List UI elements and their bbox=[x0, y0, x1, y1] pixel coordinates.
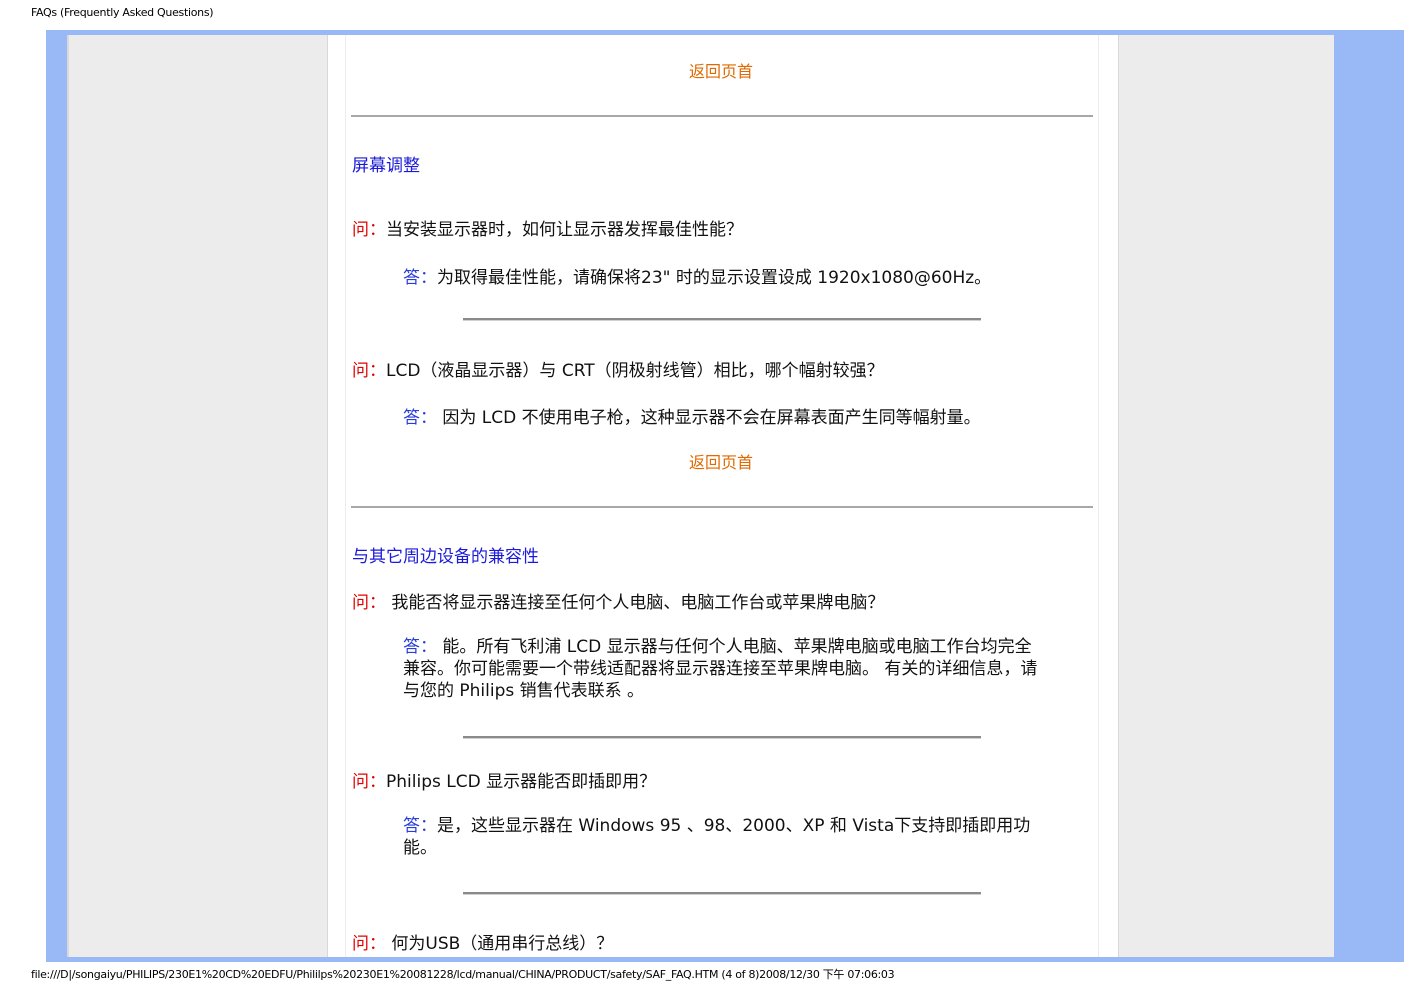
question-marker: 问： bbox=[352, 220, 386, 240]
question-text: 何为USB（通用串行总线）？ bbox=[391, 934, 614, 954]
answer-text: 能。所有飞利浦 LCD 显示器与任何个人电脑、苹果牌电脑或电脑工作台均完全兼容。… bbox=[403, 637, 1038, 701]
back-to-top-link[interactable]: 返回页首 bbox=[689, 449, 753, 473]
back-to-top-link[interactable]: 返回页首 bbox=[689, 58, 753, 82]
question-text: Philips LCD 显示器能否即插即用？ bbox=[386, 772, 657, 792]
section-title: 屏幕调整 bbox=[352, 156, 420, 176]
qa-divider bbox=[463, 892, 981, 895]
question-marker: 问： bbox=[352, 772, 386, 792]
qa-divider bbox=[463, 318, 981, 321]
answer-marker: 答： bbox=[403, 268, 437, 288]
answer: 答：为取得最佳性能，请确保将23" 时的显示设置设成 1920x1080@60H… bbox=[403, 263, 991, 288]
question: 问：Philips LCD 显示器能否即插即用？ bbox=[352, 767, 656, 792]
question: 问：LCD（液晶显示器）与 CRT（阴极射线管）相比，哪个幅射较强？ bbox=[352, 356, 884, 381]
frame-edge bbox=[67, 35, 69, 957]
answer-text: 因为 LCD 不使用电子枪，这种显示器不会在屏幕表面产生同等幅射量。 bbox=[442, 408, 981, 428]
question-text: LCD（液晶显示器）与 CRT（阴极射线管）相比，哪个幅射较强？ bbox=[386, 361, 884, 381]
section-divider bbox=[351, 506, 1093, 508]
print-header: FAQs (Frequently Asked Questions) bbox=[31, 6, 214, 19]
question-marker: 问： bbox=[352, 361, 386, 381]
question-text: 我能否将显示器连接至任何个人电脑、电脑工作台或苹果牌电脑？ bbox=[391, 593, 885, 613]
content-edge-left bbox=[345, 35, 346, 957]
section-title: 与其它周边设备的兼容性 bbox=[352, 547, 539, 567]
answer-marker: 答： bbox=[403, 816, 437, 836]
question: 问： 何为USB（通用串行总线）？ bbox=[352, 929, 613, 954]
answer: 答：是，这些显示器在 Windows 95 、98、2000、XP 和 Vist… bbox=[403, 815, 1043, 859]
answer-text: 为取得最佳性能，请确保将23" 时的显示设置设成 1920x1080@60Hz。 bbox=[437, 268, 992, 288]
print-footer: file:///D|/songaiyu/PHILIPS/230E1%20CD%2… bbox=[31, 968, 895, 981]
question-text: 当安装显示器时，如何让显示器发挥最佳性能？ bbox=[386, 220, 743, 240]
section-divider bbox=[351, 115, 1093, 117]
answer: 答： 因为 LCD 不使用电子枪，这种显示器不会在屏幕表面产生同等幅射量。 bbox=[403, 403, 981, 428]
answer-text: 是，这些显示器在 Windows 95 、98、2000、XP 和 Vista下… bbox=[403, 816, 1031, 858]
content-edge-right bbox=[1098, 35, 1099, 957]
qa-divider bbox=[463, 736, 981, 739]
answer-marker: 答： bbox=[403, 408, 437, 428]
answer: 答： 能。所有飞利浦 LCD 显示器与任何个人电脑、苹果牌电脑或电脑工作台均完全… bbox=[403, 636, 1043, 702]
answer-marker: 答： bbox=[403, 637, 437, 657]
question-marker: 问： bbox=[352, 593, 386, 613]
question: 问： 我能否将显示器连接至任何个人电脑、电脑工作台或苹果牌电脑？ bbox=[352, 588, 884, 613]
question: 问：当安装显示器时，如何让显示器发挥最佳性能？ bbox=[352, 215, 743, 240]
question-marker: 问： bbox=[352, 934, 386, 954]
